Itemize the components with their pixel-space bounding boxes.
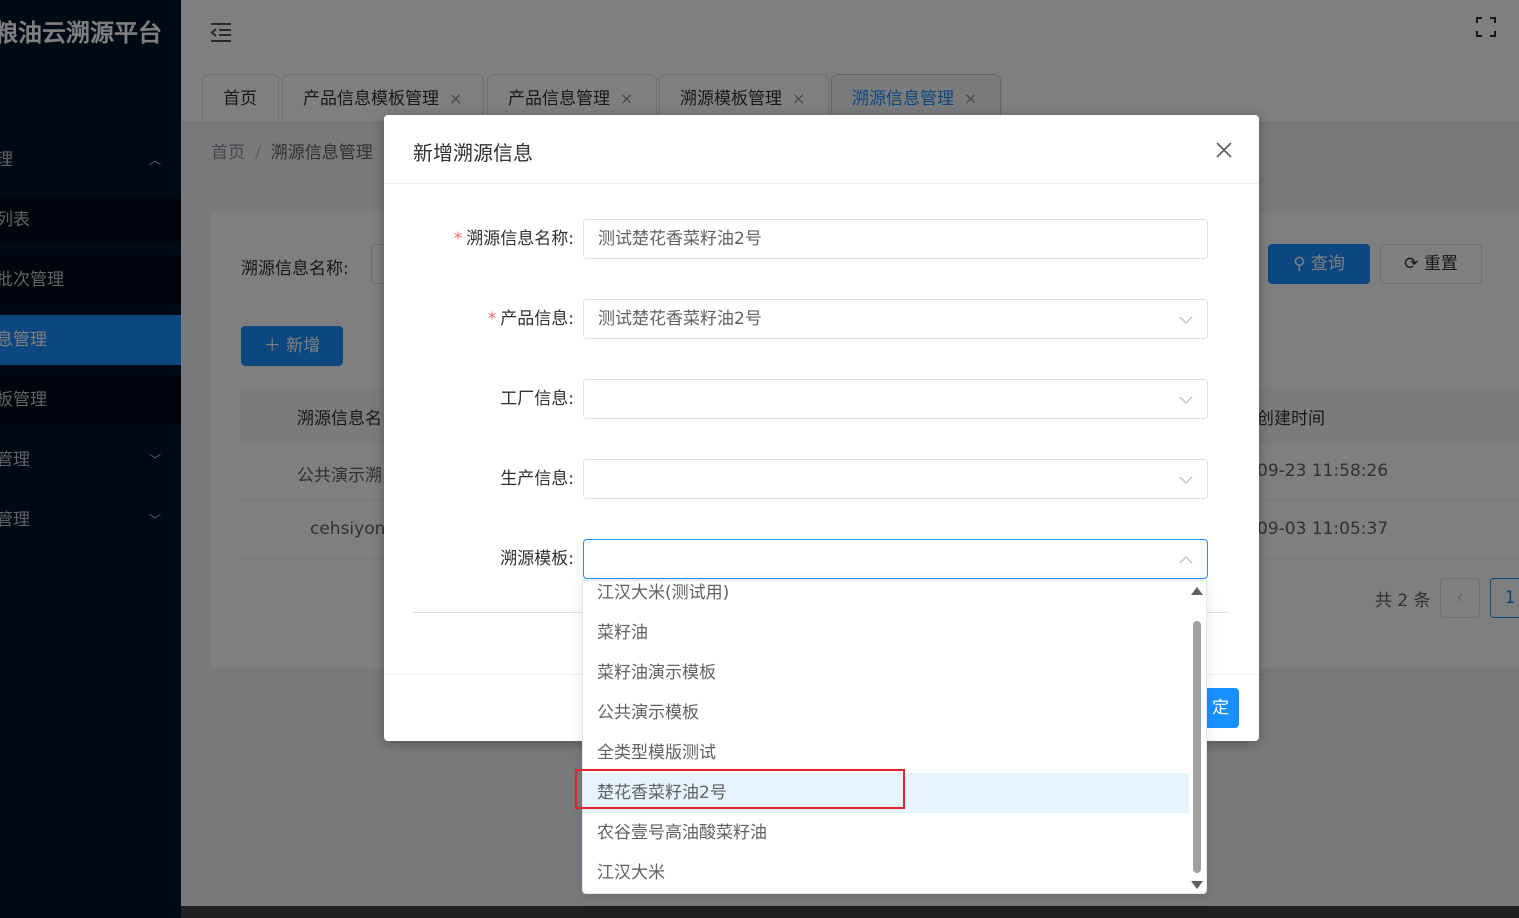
chevron-down-icon (1179, 396, 1193, 405)
label-text: 溯源信息名称: (466, 229, 574, 249)
label-text: 工厂信息: (500, 389, 574, 409)
product-select[interactable]: 测试楚花香菜籽油2号 (583, 299, 1208, 339)
dropdown-option[interactable]: 江汉大米 (583, 853, 1189, 893)
chevron-up-icon (1179, 555, 1193, 564)
field-label-factory: 工厂信息: (414, 379, 574, 419)
label-text: 产品信息: (500, 309, 574, 329)
dropdown-option[interactable]: 公共演示模板 (583, 693, 1189, 733)
select-value: 测试楚花香菜籽油2号 (598, 309, 762, 329)
highlight-annotation-box (575, 769, 905, 809)
field-label-production: 生产信息: (414, 459, 574, 499)
dropdown-option[interactable]: 菜籽油演示模板 (583, 653, 1189, 693)
chevron-down-icon (1179, 476, 1193, 485)
input-value: 测试楚花香菜籽油2号 (598, 229, 762, 249)
scroll-up-arrow-icon[interactable] (1191, 587, 1203, 595)
field-label-product: * 产品信息: (414, 299, 574, 339)
label-text: 溯源模板: (500, 549, 574, 569)
dropdown-option[interactable]: 江汉大米(测试用) (583, 581, 1189, 613)
production-select[interactable] (583, 459, 1208, 499)
dialog-divider (384, 183, 1259, 184)
scroll-down-arrow-icon[interactable] (1191, 881, 1203, 889)
dropdown-option[interactable]: 全类型模版测试 (583, 733, 1189, 773)
dropdown-option[interactable]: 农谷壹号高油酸菜籽油 (583, 813, 1189, 853)
label-text: 生产信息: (500, 469, 574, 489)
os-taskbar (181, 906, 1519, 918)
dropdown-option[interactable]: 菜籽油 (583, 613, 1189, 653)
field-label-template: 溯源模板: (414, 539, 574, 579)
dropdown-scrollbar[interactable] (1189, 581, 1206, 893)
close-icon[interactable] (1215, 141, 1233, 159)
trace-template-select[interactable] (583, 539, 1208, 579)
required-asterisk: * (453, 229, 463, 249)
trace-name-input[interactable]: 测试楚花香菜籽油2号 (583, 219, 1208, 259)
scrollbar-thumb[interactable] (1193, 621, 1201, 873)
chevron-down-icon (1179, 316, 1193, 325)
template-dropdown: 江汉大米(测试用) 菜籽油 菜籽油演示模板 公共演示模板 全类型模版测试 楚花香… (582, 580, 1207, 894)
field-label-trace-name: * 溯源信息名称: (414, 219, 574, 259)
factory-select[interactable] (583, 379, 1208, 419)
required-asterisk: * (487, 309, 497, 329)
dialog-title: 新增溯源信息 (413, 141, 533, 165)
